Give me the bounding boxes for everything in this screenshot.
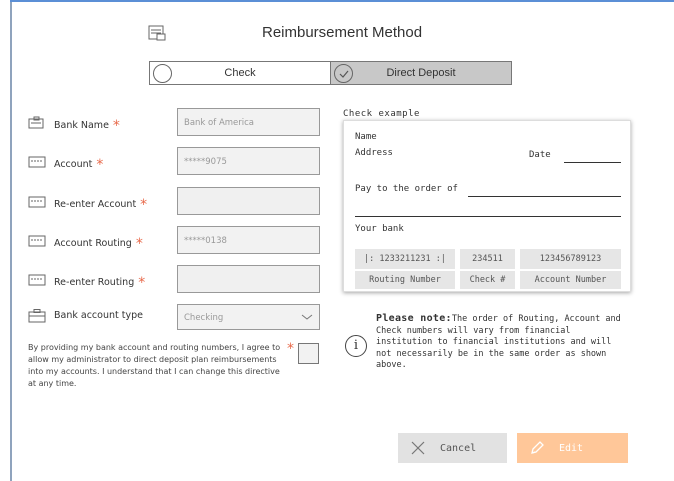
required-marker: *	[138, 275, 146, 291]
reenter-account-label: Re-enter Account	[54, 199, 137, 210]
account-routing-label: Account Routing	[54, 238, 132, 249]
amount-line	[355, 216, 621, 217]
account-number-label: Account Number	[520, 271, 621, 289]
note-heading: Please note:	[376, 313, 452, 324]
reenter-routing-field[interactable]	[177, 265, 320, 293]
method-option-direct-deposit[interactable]: Direct Deposit	[331, 62, 511, 84]
check-pay-to: Pay to the order of	[355, 184, 458, 194]
required-marker: *	[112, 118, 120, 134]
account-routing-field[interactable]: *****0138	[177, 226, 320, 254]
radio-checked-icon[interactable]	[334, 64, 353, 83]
radio-unchecked-icon[interactable]	[153, 64, 172, 83]
account-type-value: Checking	[184, 313, 224, 323]
check-value: 234511	[460, 249, 515, 269]
required-marker: *	[287, 341, 294, 357]
form-row-account-routing: Account Routing * *****0138	[28, 226, 328, 254]
form-row-bank-name: Bank Name * Bank of America	[28, 108, 328, 136]
form-row-account-type: Bank account type Checking	[28, 304, 328, 332]
consent-text: By providing my bank account and routing…	[28, 343, 281, 388]
form-row-reenter-account: Re-enter Account *	[28, 187, 328, 215]
close-icon	[411, 441, 425, 455]
method-option-check[interactable]: Check	[150, 62, 331, 84]
account-field[interactable]: *****9075	[177, 147, 320, 175]
check-date: Date	[529, 150, 551, 160]
cancel-label: Cancel	[440, 442, 477, 454]
check-number-label: Check #	[460, 271, 515, 289]
window-top-border	[10, 0, 674, 2]
pencil-icon	[531, 441, 544, 454]
reenter-routing-label: Re-enter Routing	[54, 277, 135, 288]
consent-checkbox[interactable]	[298, 343, 319, 364]
account-type-label: Bank account type	[54, 310, 143, 321]
form-row-account: Account * *****9075	[28, 147, 328, 175]
reimbursement-method-toggle: Check Direct Deposit	[149, 61, 512, 85]
routing-value: |: 1233211231 :|	[355, 249, 455, 269]
account-value: 123456789123	[520, 249, 621, 269]
info-icon: i	[345, 335, 367, 357]
check-example-title: Check example	[343, 109, 420, 119]
document-money-icon	[148, 25, 166, 41]
card-icon	[28, 235, 46, 247]
method-option-label: Direct Deposit	[386, 67, 456, 79]
required-marker: *	[135, 236, 143, 252]
required-marker: *	[96, 157, 104, 173]
check-name: Name	[355, 132, 377, 142]
check-address: Address	[355, 148, 393, 158]
account-label: Account	[54, 159, 93, 170]
card-icon	[28, 274, 46, 286]
bank-name-field[interactable]: Bank of America	[177, 108, 320, 136]
cancel-button[interactable]: Cancel	[398, 433, 507, 463]
card-icon	[28, 156, 46, 168]
pay-to-line	[468, 196, 621, 197]
window-left-border	[10, 0, 12, 481]
check-example-card: Name Address Date Pay to the order of Yo…	[343, 120, 631, 292]
date-line	[564, 162, 621, 163]
form-row-reenter-routing: Re-enter Routing *	[28, 265, 328, 293]
note-block: Please note:The order of Routing, Accoun…	[376, 313, 626, 372]
reenter-account-field[interactable]	[177, 187, 320, 215]
edit-button[interactable]: Edit	[517, 433, 628, 463]
account-type-select[interactable]: Checking	[177, 304, 320, 330]
card-icon	[28, 196, 46, 208]
bank-icon	[28, 116, 44, 129]
page-title: Reimbursement Method	[262, 24, 423, 41]
briefcase-icon	[28, 309, 46, 323]
header: Reimbursement Method	[0, 18, 674, 48]
routing-label: Routing Number	[355, 271, 455, 289]
method-option-label: Check	[224, 67, 256, 79]
check-your-bank: Your bank	[355, 224, 404, 234]
bank-name-label: Bank Name	[54, 120, 109, 131]
required-marker: *	[140, 197, 148, 213]
chevron-down-icon	[301, 314, 313, 320]
edit-label: Edit	[559, 442, 584, 454]
